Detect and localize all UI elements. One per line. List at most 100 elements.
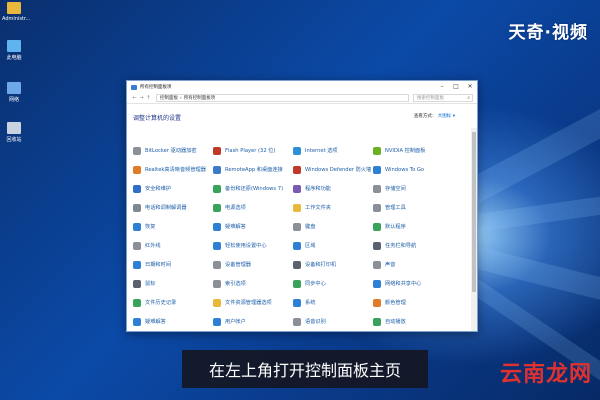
control-panel-item-label: Realtek高清晰音频管理器: [145, 166, 206, 173]
close-button[interactable]: ✕: [463, 81, 477, 93]
control-panel-item[interactable]: 电源选项: [213, 198, 293, 217]
window-title: 所有控制面板项: [140, 85, 172, 90]
folder-icon: [7, 2, 21, 14]
control-panel-item-label: 区域: [305, 242, 316, 249]
control-panel-item[interactable]: 语音识别: [293, 312, 373, 331]
control-panel-item-icon: [373, 165, 381, 174]
control-panel-item[interactable]: Realtek高清晰音频管理器: [133, 160, 213, 179]
control-panel-item-label: 管理工具: [385, 204, 406, 211]
control-panel-item[interactable]: 安全和维护: [133, 179, 213, 198]
address-path[interactable]: 控制面板 › 所有控制面板项: [156, 94, 409, 102]
control-panel-item[interactable]: 日期和时间: [133, 255, 213, 274]
control-panel-item[interactable]: 索引选项: [213, 274, 293, 293]
control-panel-item[interactable]: 同步中心: [293, 274, 373, 293]
computer-icon: [7, 40, 21, 52]
control-panel-item-icon: [133, 298, 141, 307]
control-panel-item[interactable]: 键盘: [293, 217, 373, 236]
control-panel-item[interactable]: 程序和功能: [293, 179, 373, 198]
maximize-button[interactable]: □: [449, 81, 463, 93]
control-panel-item[interactable]: 疑难解答: [133, 312, 213, 331]
control-panel-item[interactable]: 用户帐户: [213, 312, 293, 331]
control-panel-item-label: 红外线: [145, 242, 161, 249]
control-panel-item[interactable]: 红外线: [133, 236, 213, 255]
breadcrumb-root[interactable]: 控制面板: [160, 95, 178, 101]
search-icon: ⌕: [467, 95, 470, 101]
control-panel-item[interactable]: 文件资源管理器选项: [213, 293, 293, 312]
control-panel-item[interactable]: 电话和调制解调器: [133, 198, 213, 217]
control-panel-item[interactable]: 备份和还原(Windows 7): [213, 179, 293, 198]
control-panel-item[interactable]: BitLocker 驱动器加密: [133, 141, 213, 160]
forward-icon[interactable]: →: [138, 95, 145, 101]
up-icon[interactable]: ↑: [145, 95, 152, 101]
view-by-dropdown[interactable]: 大图标 ▾: [438, 114, 455, 119]
control-panel-item-label: 鼠标: [145, 280, 156, 287]
control-panel-item-icon: [373, 203, 381, 212]
control-panel-item[interactable]: 任务栏和导航: [373, 236, 453, 255]
control-panel-item[interactable]: 管理工具: [373, 198, 453, 217]
control-panel-item[interactable]: Windows Defender 防火墙: [293, 160, 373, 179]
control-panel-item[interactable]: 轻松使用设置中心: [213, 236, 293, 255]
control-panel-item[interactable]: 鼠标: [133, 274, 213, 293]
control-panel-item-label: 自动播放: [385, 318, 406, 325]
control-panel-item-label: 任务栏和导航: [385, 242, 417, 249]
breadcrumb-separator-icon: ›: [180, 95, 182, 101]
control-panel-item[interactable]: RemoteApp 和桌面连接: [213, 160, 293, 179]
control-panel-item-label: Windows To Go: [385, 166, 425, 173]
control-panel-item[interactable]: 文件历史记录: [133, 293, 213, 312]
control-panel-item[interactable]: NVIDIA 控制面板: [373, 141, 453, 160]
control-panel-item[interactable]: 默认程序: [373, 217, 453, 236]
control-panel-item[interactable]: Flash Player (32 位): [213, 141, 293, 160]
control-panel-item-label: 日期和时间: [145, 261, 171, 268]
control-panel-item-label: RemoteApp 和桌面连接: [225, 166, 283, 173]
control-panel-item-icon: [133, 279, 141, 288]
control-panel-item-label: 设备和打印机: [305, 261, 337, 268]
address-bar: ← → ↑ 控制面板 › 所有控制面板项 搜索控制面板 ⌕: [127, 93, 477, 104]
control-panel-item[interactable]: 工作文件夹: [293, 198, 373, 217]
control-panel-item[interactable]: 恢复: [133, 217, 213, 236]
control-panel-item[interactable]: 疑难解答: [213, 217, 293, 236]
wallpaper-beam: [463, 87, 600, 205]
control-panel-item[interactable]: Windows To Go: [373, 160, 453, 179]
control-panel-item[interactable]: 设备管理器: [213, 255, 293, 274]
desktop-icon-this-pc[interactable]: 此电脑: [2, 40, 26, 61]
control-panel-item-label: 设备管理器: [225, 261, 251, 268]
control-panel-item[interactable]: 系统: [293, 293, 373, 312]
control-panel-item-label: 安全和维护: [145, 185, 171, 192]
control-panel-item-icon: [213, 146, 221, 155]
control-panel-item[interactable]: 自动播放: [373, 312, 453, 331]
control-panel-item-label: 文件资源管理器选项: [225, 299, 272, 306]
control-panel-item[interactable]: 声音: [373, 255, 453, 274]
scrollbar-thumb[interactable]: [472, 132, 476, 292]
search-placeholder: 搜索控制面板: [417, 96, 444, 101]
control-panel-item[interactable]: 网络和共享中心: [373, 274, 453, 293]
control-panel-item-icon: [213, 317, 221, 326]
control-panel-item[interactable]: 颜色管理: [373, 293, 453, 312]
view-by-control[interactable]: 查看方式： 大图标 ▾: [414, 113, 455, 119]
search-input[interactable]: 搜索控制面板 ⌕: [413, 94, 473, 102]
control-panel-item[interactable]: 设备和打印机: [293, 255, 373, 274]
control-panel-item-icon: [373, 260, 381, 269]
title-bar[interactable]: 所有控制面板项 – □ ✕: [127, 81, 477, 93]
control-panel-item-icon: [213, 203, 221, 212]
control-panel-item-label: Internet 选项: [305, 147, 338, 154]
control-panel-item[interactable]: Internet 选项: [293, 141, 373, 160]
breadcrumb-current[interactable]: 所有控制面板项: [184, 95, 216, 101]
control-panel-item-icon: [133, 260, 141, 269]
control-panel-item-label: 用户帐户: [225, 318, 246, 325]
control-panel-item-icon: [293, 260, 301, 269]
control-panel-item-icon: [373, 222, 381, 231]
desktop-icon-recycle-bin[interactable]: 回收站: [2, 122, 26, 143]
control-panel-item-label: 同步中心: [305, 280, 326, 287]
desktop-icon-network[interactable]: 网络: [2, 82, 26, 103]
back-icon[interactable]: ←: [131, 95, 138, 101]
minimize-button[interactable]: –: [435, 81, 449, 93]
control-panel-item-icon: [373, 279, 381, 288]
control-panel-item-icon: [373, 184, 381, 193]
desktop-icon-label: 回收站: [6, 137, 22, 143]
control-panel-item-label: 颜色管理: [385, 299, 406, 306]
vertical-scrollbar[interactable]: [471, 128, 477, 331]
desktop-icon-admin-folder[interactable]: Administr...: [2, 2, 30, 22]
control-panel-item[interactable]: 存储空间: [373, 179, 453, 198]
control-panel-item-icon: [213, 165, 221, 174]
control-panel-item[interactable]: 区域: [293, 236, 373, 255]
